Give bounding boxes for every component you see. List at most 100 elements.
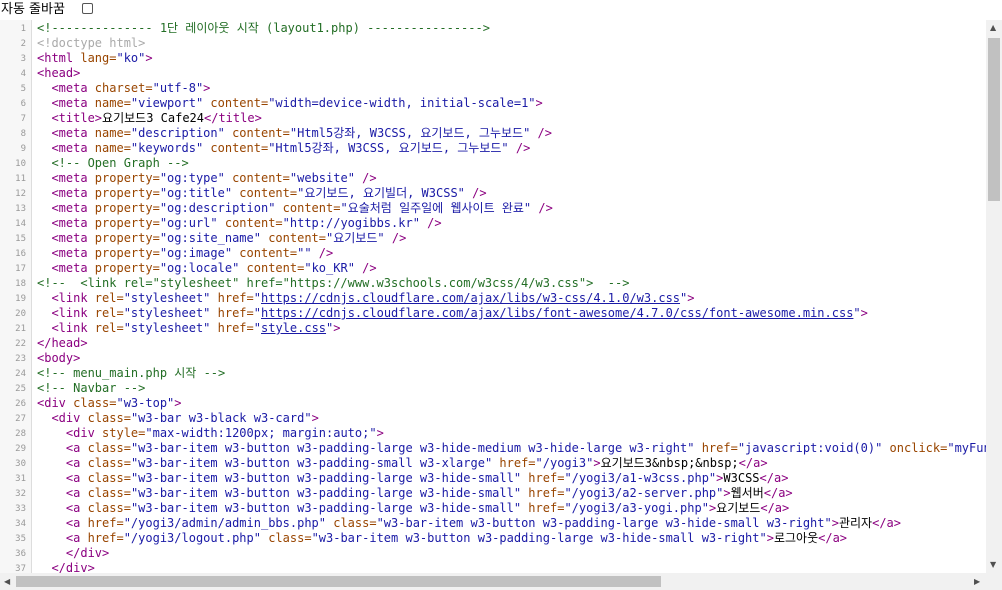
vertical-scrollbar[interactable]: ▲ ▼	[986, 20, 1002, 573]
horizontal-scroll-thumb[interactable]	[16, 576, 661, 587]
code-text: <meta property="og:title" content="요기보드,…	[37, 186, 486, 201]
source-viewer: 1 <!-------------- 1단 레이아웃 시작 (layout1.ph…	[0, 20, 1002, 590]
scroll-left-icon[interactable]: ◀	[4, 578, 10, 586]
code-line: 24 <!-- menu_main.php 시작 -->	[0, 366, 986, 381]
code-token: "stylesheet"	[123, 291, 211, 305]
line-number: 4	[20, 69, 26, 79]
code-token: content=	[224, 126, 290, 140]
code-token: rel=	[94, 321, 124, 335]
code-token: ""	[297, 246, 312, 260]
source-link[interactable]: https://cdnjs.cloudflare.com/ajax/libs/w…	[261, 291, 680, 305]
code-token: class=	[87, 501, 131, 515]
code-line: 18 <!-- <link rel="stylesheet" href="http…	[0, 276, 986, 291]
code-token: class=	[87, 411, 131, 425]
code-token: >	[174, 396, 182, 410]
code-token: />	[530, 126, 553, 140]
code-token: "myFunction()"	[947, 441, 986, 455]
code-text: <title>요기보드3 Cafe24</title>	[37, 111, 262, 126]
code-text: <meta property="og:site_name" content="요…	[37, 231, 406, 246]
code-line: 4 <head>	[0, 66, 986, 81]
code-token: "w3-bar-item w3-button w3-padding-large …	[130, 441, 695, 455]
code-line: 37 </div>	[0, 561, 986, 573]
code-token: href=	[521, 501, 565, 515]
code-token: name=	[94, 96, 131, 110]
code-token: <a	[37, 456, 88, 470]
code-token: <div	[37, 426, 103, 440]
code-line: 5 <meta charset="utf-8">	[0, 81, 986, 96]
code-token: >	[311, 411, 319, 425]
scroll-down-icon[interactable]: ▼	[990, 561, 996, 569]
code-token: "/yogi3/logout.php"	[123, 531, 261, 545]
code-token: <link	[37, 291, 95, 305]
code-token: </a>	[872, 516, 901, 530]
source-link[interactable]: https://cdnjs.cloudflare.com/ajax/libs/f…	[261, 306, 853, 320]
code-token: "http://yogibbs.kr"	[282, 216, 420, 230]
line-number: 2	[20, 39, 26, 49]
line-number: 36	[15, 549, 26, 559]
line-number: 34	[15, 519, 26, 529]
code-token: <a	[37, 516, 88, 530]
code-token: "w3-bar w3-black w3-card"	[130, 411, 312, 425]
code-token: </a>	[738, 456, 768, 470]
code-token: class=	[260, 531, 312, 545]
code-token: <!-- Navbar -->	[37, 381, 146, 395]
code-token: <body>	[37, 351, 81, 365]
code-text: <meta property="og:description" content=…	[37, 201, 552, 216]
line-number: 28	[15, 429, 26, 439]
code-token: </a>	[818, 531, 848, 545]
line-number: 20	[15, 309, 26, 319]
code-token: 관리자	[838, 516, 873, 530]
line-number: 30	[15, 459, 26, 469]
code-token: onclick=	[882, 441, 948, 455]
code-token: property=	[94, 171, 160, 185]
code-text: <body>	[37, 351, 80, 366]
code-token: href=	[492, 456, 536, 470]
code-token: </title>	[204, 111, 262, 125]
scroll-up-icon[interactable]: ▲	[990, 24, 996, 32]
code-token: content=	[203, 96, 269, 110]
code-token: content=	[275, 201, 341, 215]
scrollbar-corner	[986, 573, 1002, 590]
line-wrap-checkbox[interactable]	[82, 3, 93, 14]
code-token: class=	[87, 441, 131, 455]
code-line: 2 <!doctype html>	[0, 36, 986, 51]
code-token: class=	[87, 486, 131, 500]
line-number: 24	[15, 369, 26, 379]
code-token: >	[376, 426, 384, 440]
code-text: <meta property="og:image" content="" />	[37, 246, 333, 261]
code-token: content=	[260, 231, 327, 245]
code-token: property=	[94, 231, 160, 245]
code-token: >	[831, 516, 839, 530]
code-line: 35 <a href="/yogi3/logout.php" class="w3…	[0, 531, 986, 546]
vertical-scroll-thumb[interactable]	[988, 38, 1000, 201]
code-text: </head>	[37, 336, 88, 351]
code-token: rel=	[94, 291, 124, 305]
source-link[interactable]: style.css	[261, 321, 326, 335]
code-token: "og:image"	[159, 246, 233, 260]
code-token: content=	[203, 141, 269, 155]
scroll-right-icon[interactable]: ▶	[974, 578, 980, 586]
code-token: property=	[94, 186, 160, 200]
code-token: "og:type"	[159, 171, 225, 185]
code-token: "ko_KR"	[304, 261, 355, 275]
code-token: href=	[694, 441, 738, 455]
code-line: 1 <!-------------- 1단 레이아웃 시작 (layout1.ph…	[0, 21, 986, 36]
code-token: name=	[94, 141, 131, 155]
code-line: 3 <html lang="ko">	[0, 51, 986, 66]
line-number: 18	[15, 279, 26, 289]
code-token: "viewport"	[130, 96, 204, 110]
code-line: 9 <meta name="keywords" content="Html5강좌…	[0, 141, 986, 156]
code-token: "og:locale"	[159, 261, 240, 275]
code-token: </div>	[37, 546, 110, 560]
code-token: <meta	[37, 96, 95, 110]
code-token: />	[508, 141, 531, 155]
horizontal-scrollbar[interactable]: ◀ ▶	[0, 573, 986, 590]
line-number: 37	[15, 564, 26, 573]
line-number: 25	[15, 384, 26, 394]
code-token: <meta	[37, 141, 95, 155]
code-token: <a	[37, 441, 88, 455]
code-token: 요기보드	[716, 501, 761, 515]
code-text: <meta name="viewport" content="width=dev…	[37, 96, 542, 111]
code-token: <!doctype html>	[37, 36, 146, 50]
code-token: <meta	[37, 126, 95, 140]
